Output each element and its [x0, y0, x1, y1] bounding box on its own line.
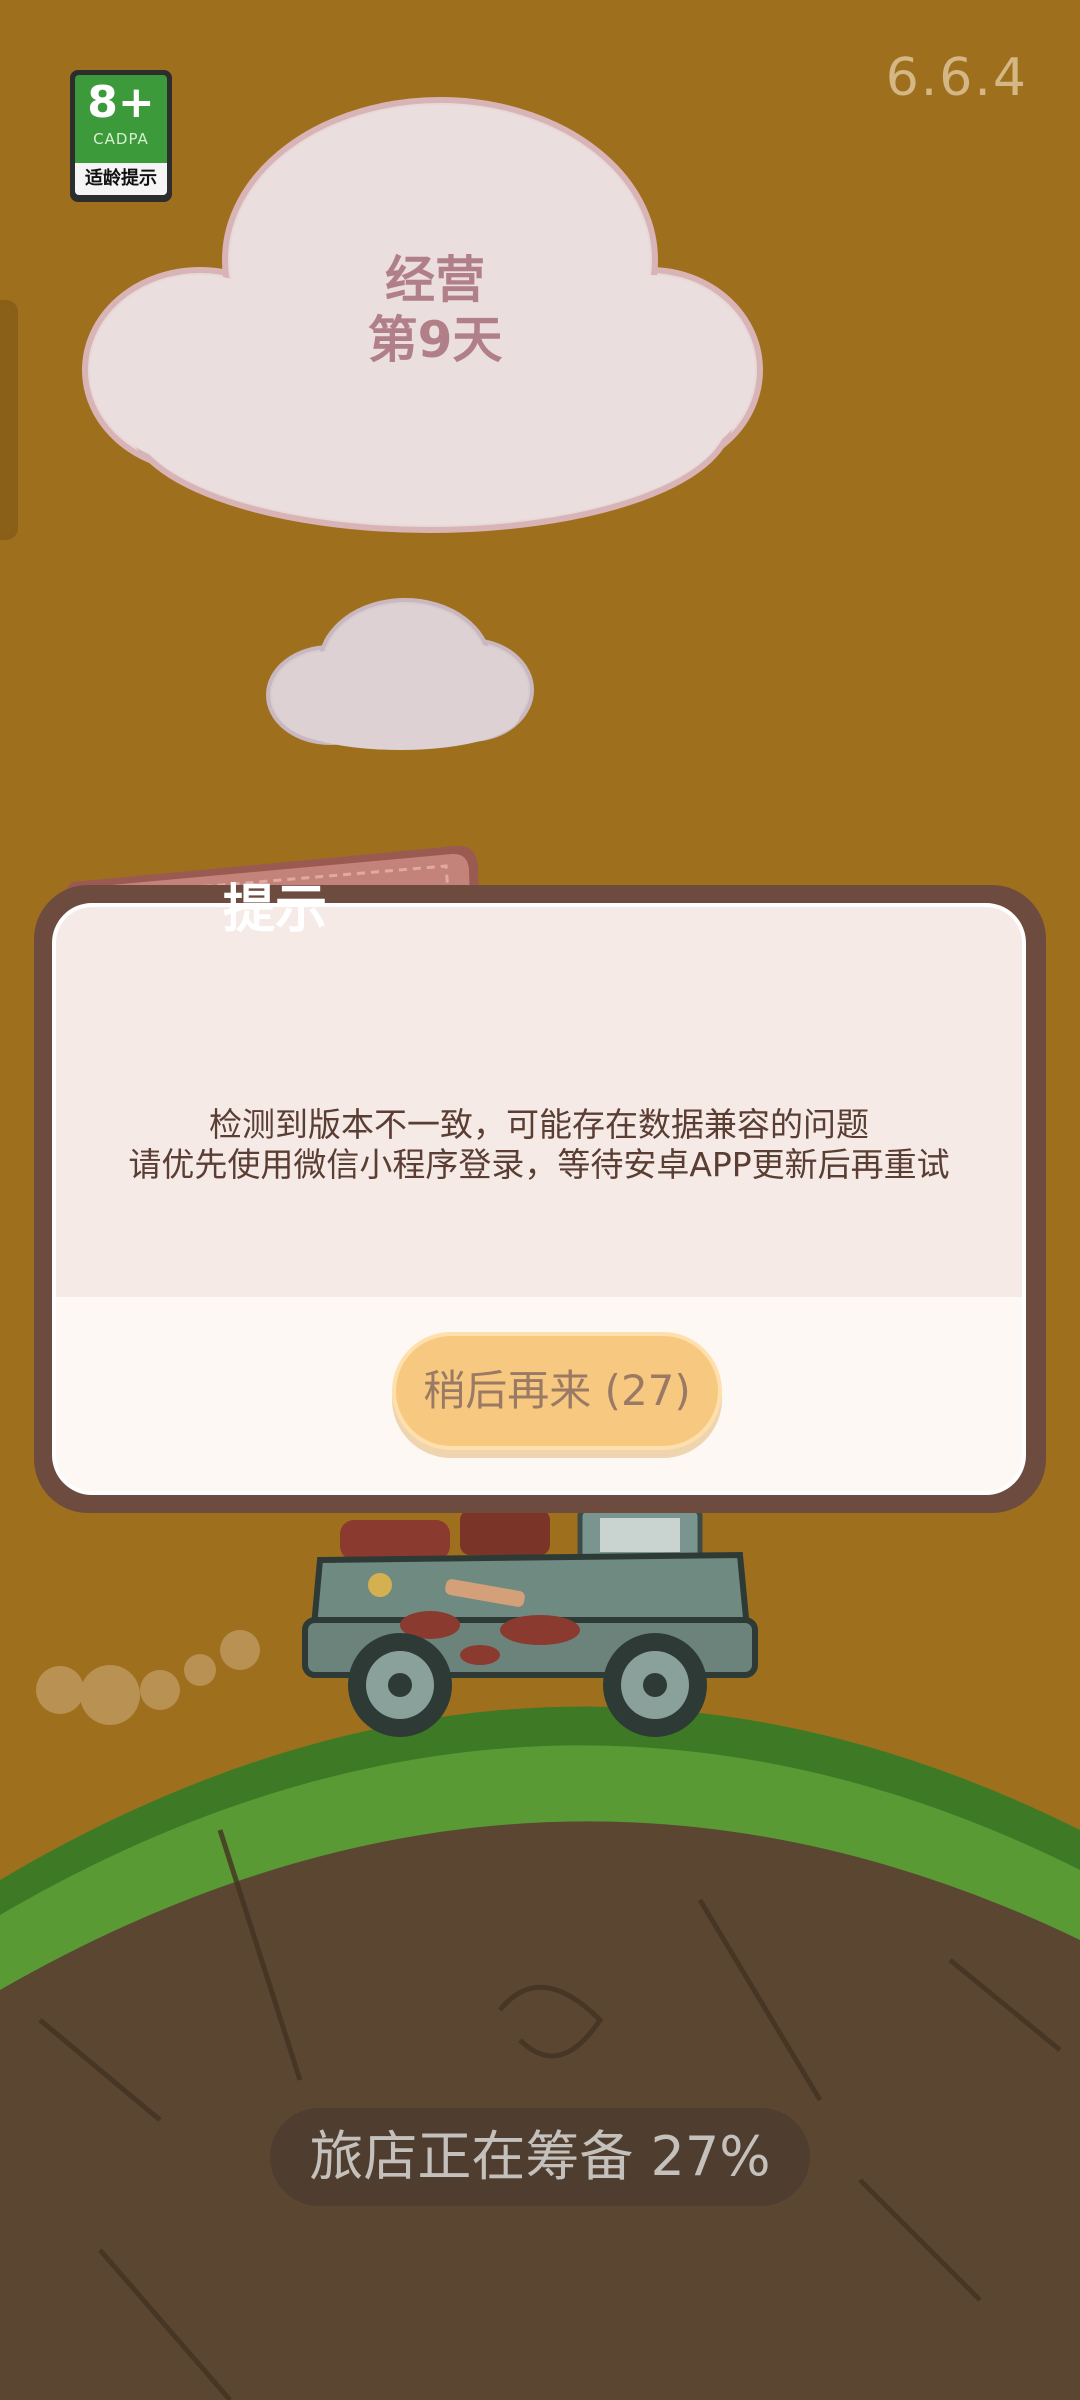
age-rating-org: CADPA [93, 130, 149, 148]
truck [302, 1507, 758, 1737]
notice-message: 检测到版本不一致，可能存在数据兼容的问题 请优先使用微信小程序登录，等待安卓AP… [56, 1105, 1022, 1185]
age-rating-value: 8+ [87, 77, 155, 128]
business-day-label: 经营 第9天 [310, 250, 560, 370]
come-back-later-button[interactable]: 稍后再来 (27) [392, 1332, 722, 1450]
age-rating-badge: 8+ CADPA 适龄提示 [70, 70, 172, 202]
notice-dialog: 检测到版本不一致，可能存在数据兼容的问题 请优先使用微信小程序登录，等待安卓AP… [34, 885, 1046, 1513]
day-count-label: 第9天 [367, 311, 503, 369]
dialog-title: 提示 [222, 880, 327, 940]
side-drawer-handle[interactable] [0, 300, 18, 540]
notice-message-line-1: 检测到版本不一致，可能存在数据兼容的问题 [209, 1105, 869, 1144]
business-label: 经营 [385, 251, 485, 309]
ground-hill [0, 1706, 1080, 2400]
notice-message-area [56, 907, 1022, 1297]
dust-puffs [36, 1630, 260, 1725]
notice-message-line-2: 请优先使用微信小程序登录，等待安卓APP更新后再重试 [128, 1145, 950, 1184]
age-rating-caption: 适龄提示 [75, 163, 167, 195]
notice-dialog-body: 检测到版本不一致，可能存在数据兼容的问题 请优先使用微信小程序登录，等待安卓AP… [52, 903, 1026, 1495]
version-label: 6.6.4 [885, 48, 1028, 108]
loading-status-text: 旅店正在筹备 27% [309, 2125, 771, 2188]
